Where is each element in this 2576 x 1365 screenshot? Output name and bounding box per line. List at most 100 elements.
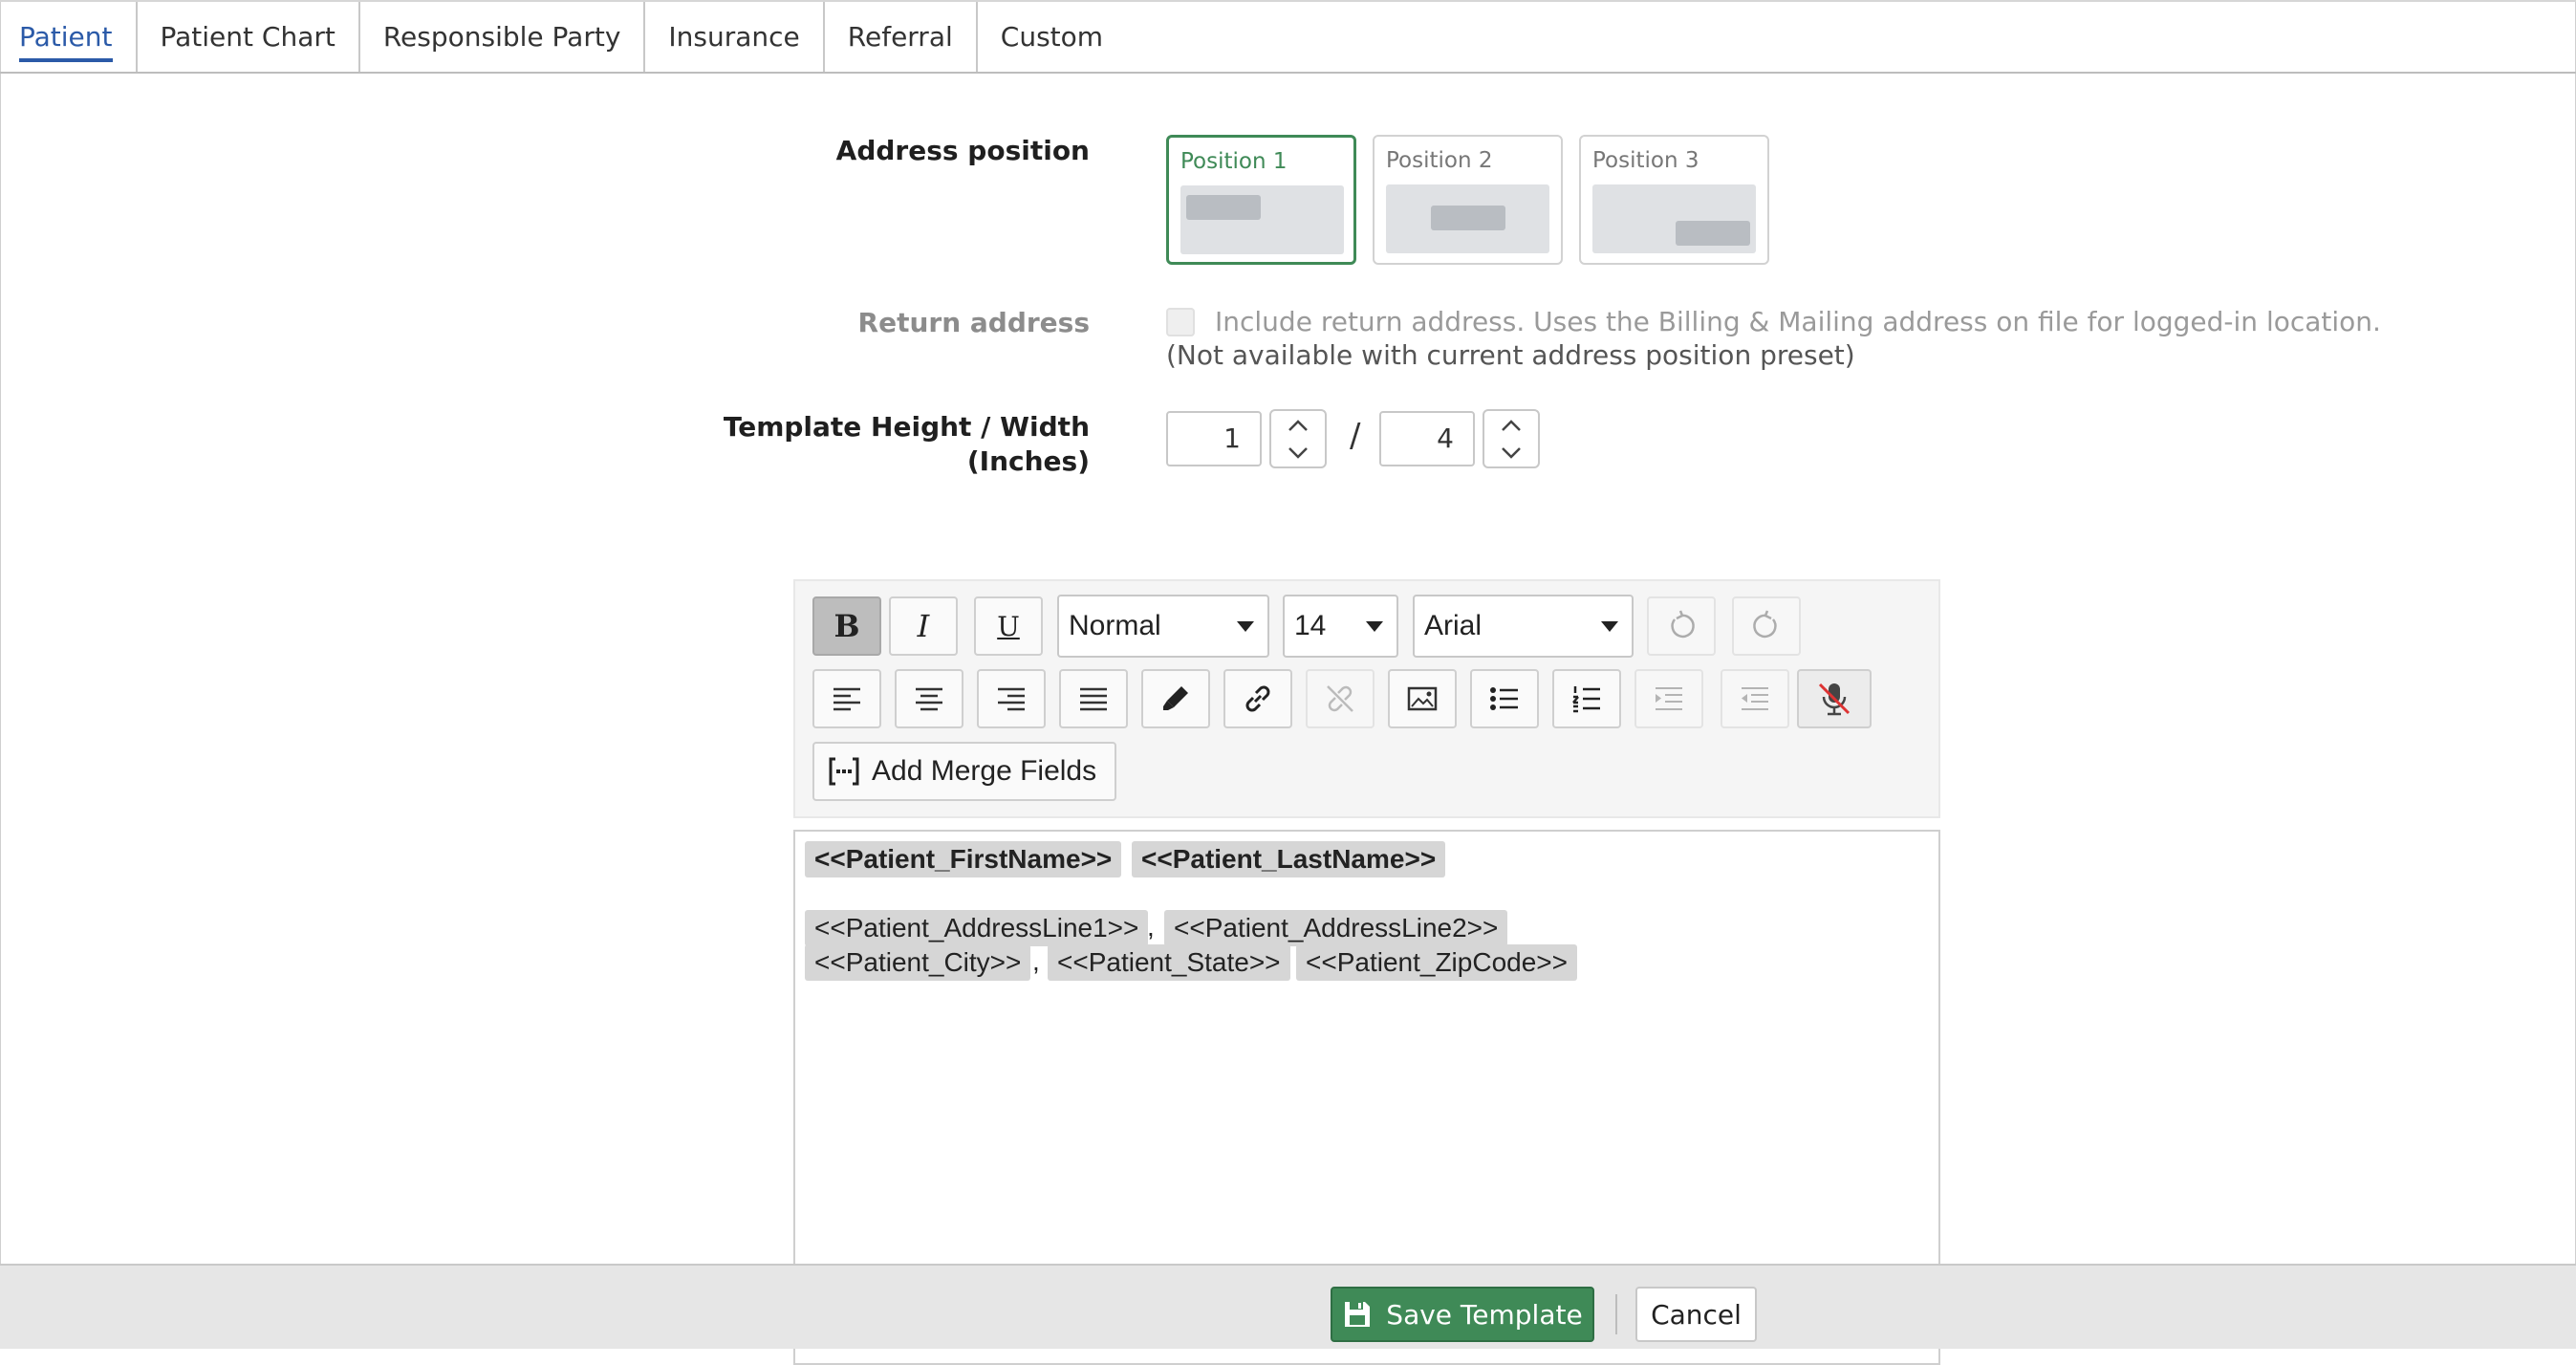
active-tab-underline xyxy=(19,58,113,62)
undo-button[interactable] xyxy=(1647,596,1716,656)
underline-button[interactable]: U xyxy=(974,596,1043,656)
outdent-icon xyxy=(1742,687,1768,710)
position-2-block xyxy=(1431,206,1505,230)
align-right-icon xyxy=(998,687,1025,711)
position-1-card[interactable]: Position 1 xyxy=(1166,135,1356,265)
tab-patient-chart[interactable]: Patient Chart xyxy=(138,2,360,72)
return-address-label: Return address xyxy=(857,307,1090,338)
font-size-select[interactable]: 14 xyxy=(1283,595,1398,658)
height-input[interactable]: 1 xyxy=(1166,411,1262,466)
undo-icon xyxy=(1671,610,1695,639)
tab-patient[interactable]: Patient xyxy=(0,2,138,72)
bullet-list-button[interactable] xyxy=(1470,669,1539,728)
template-size-label: Template Height / Width (Inches) xyxy=(724,410,1090,479)
merge-field-token[interactable]: <<Patient_AddressLine2>> xyxy=(1164,910,1508,946)
cancel-button[interactable]: Cancel xyxy=(1635,1287,1757,1342)
width-increment-button[interactable] xyxy=(1484,411,1538,439)
merge-field-token[interactable]: <<Patient_State>> xyxy=(1048,944,1290,981)
template-size-label-line1: Template Height / Width xyxy=(723,411,1090,443)
tab-referral[interactable]: Referral xyxy=(825,2,978,72)
add-merge-fields-button[interactable]: Add Merge Fields xyxy=(812,742,1116,801)
image-button[interactable] xyxy=(1388,669,1457,728)
tab-insurance[interactable]: Insurance xyxy=(645,2,825,72)
tab-label: Patient xyxy=(19,21,113,53)
position-3-block xyxy=(1676,221,1750,246)
merge-field-token[interactable]: <<Patient_City>> xyxy=(805,944,1031,981)
font-size-value: 14 xyxy=(1294,610,1327,641)
caret-down-icon xyxy=(1366,621,1383,632)
position-2-card[interactable]: Position 2 xyxy=(1373,135,1563,265)
footer-bar: Save Template Cancel xyxy=(0,1264,2576,1349)
align-justify-button[interactable] xyxy=(1059,669,1128,728)
merge-field-token[interactable]: <<Patient_ZipCode>> xyxy=(1296,944,1577,981)
position-3-card[interactable]: Position 3 xyxy=(1579,135,1769,265)
return-address-text: Include return address. Uses the Billing… xyxy=(1215,306,2381,337)
redo-button[interactable] xyxy=(1732,596,1801,656)
unlink-button[interactable] xyxy=(1306,669,1375,728)
width-input[interactable]: 4 xyxy=(1379,411,1475,466)
caret-down-icon xyxy=(1601,621,1618,632)
tab-label: Referral xyxy=(847,21,953,53)
merge-field-token[interactable]: <<Patient_LastName>> xyxy=(1132,841,1446,878)
tab-custom[interactable]: Custom xyxy=(978,2,1126,72)
link-button[interactable] xyxy=(1223,669,1292,728)
position-2-preview xyxy=(1386,184,1549,253)
highlight-icon xyxy=(1163,686,1188,710)
unlink-icon xyxy=(1327,685,1353,712)
save-icon xyxy=(1345,1302,1371,1327)
align-center-button[interactable] xyxy=(895,669,963,728)
tab-bar: Patient Patient Chart Responsible Party … xyxy=(0,0,2576,74)
position-3-preview xyxy=(1592,184,1756,253)
highlight-button[interactable] xyxy=(1141,669,1210,728)
save-template-label: Save Template xyxy=(1386,1298,1583,1331)
width-stepper xyxy=(1483,409,1540,468)
tab-label: Responsible Party xyxy=(382,21,621,53)
bullet-list-icon xyxy=(1490,687,1518,710)
height-decrement-button[interactable] xyxy=(1271,439,1325,466)
width-decrement-button[interactable] xyxy=(1484,439,1538,466)
align-right-button[interactable] xyxy=(977,669,1046,728)
bold-button[interactable]: B xyxy=(812,596,881,656)
align-left-icon xyxy=(833,687,860,711)
italic-icon: I xyxy=(917,608,930,644)
align-justify-icon xyxy=(1080,687,1107,711)
tab-label: Patient Chart xyxy=(160,21,336,53)
image-icon xyxy=(1407,686,1438,711)
merge-field-token[interactable]: <<Patient_FirstName>> xyxy=(805,841,1122,878)
save-template-button[interactable]: Save Template xyxy=(1331,1287,1594,1342)
separator-comma: , xyxy=(1147,912,1155,942)
bold-icon: B xyxy=(833,608,860,644)
position-1-block xyxy=(1186,195,1261,220)
tab-responsible-party[interactable]: Responsible Party xyxy=(360,2,646,72)
italic-button[interactable]: I xyxy=(889,596,958,656)
link-icon xyxy=(1245,685,1270,712)
size-separator: / xyxy=(1350,417,1361,455)
numbered-list-button[interactable] xyxy=(1552,669,1621,728)
chevron-down-icon xyxy=(1288,446,1308,459)
dictation-button[interactable] xyxy=(1797,669,1872,728)
align-left-button[interactable] xyxy=(812,669,881,728)
indent-icon xyxy=(1656,687,1682,710)
microphone-off-icon xyxy=(1818,682,1851,716)
redo-icon xyxy=(1753,610,1777,639)
outdent-button[interactable] xyxy=(1721,669,1789,728)
underline-icon: U xyxy=(997,610,1020,642)
chevron-up-icon xyxy=(1288,419,1308,431)
height-increment-button[interactable] xyxy=(1271,411,1325,439)
chevron-up-icon xyxy=(1502,419,1521,431)
template-size-label-line2: (Inches) xyxy=(966,445,1090,477)
position-1-title: Position 1 xyxy=(1180,149,1288,174)
indent-button[interactable] xyxy=(1634,669,1703,728)
caret-down-icon xyxy=(1237,621,1254,632)
return-address-checkbox[interactable] xyxy=(1166,308,1195,336)
cancel-label: Cancel xyxy=(1651,1298,1742,1331)
position-2-title: Position 2 xyxy=(1386,148,1493,173)
align-center-icon xyxy=(916,687,942,711)
editor-toolbar: B I U Normal 14 Arial Add Merge Fields xyxy=(793,579,1940,818)
merge-field-token[interactable]: <<Patient_AddressLine1>> xyxy=(805,910,1149,946)
font-family-value: Arial xyxy=(1424,610,1483,641)
merge-fields-icon xyxy=(829,757,859,786)
address-position-label: Address position xyxy=(835,135,1090,166)
paragraph-style-select[interactable]: Normal xyxy=(1057,595,1269,658)
font-family-select[interactable]: Arial xyxy=(1413,595,1634,658)
